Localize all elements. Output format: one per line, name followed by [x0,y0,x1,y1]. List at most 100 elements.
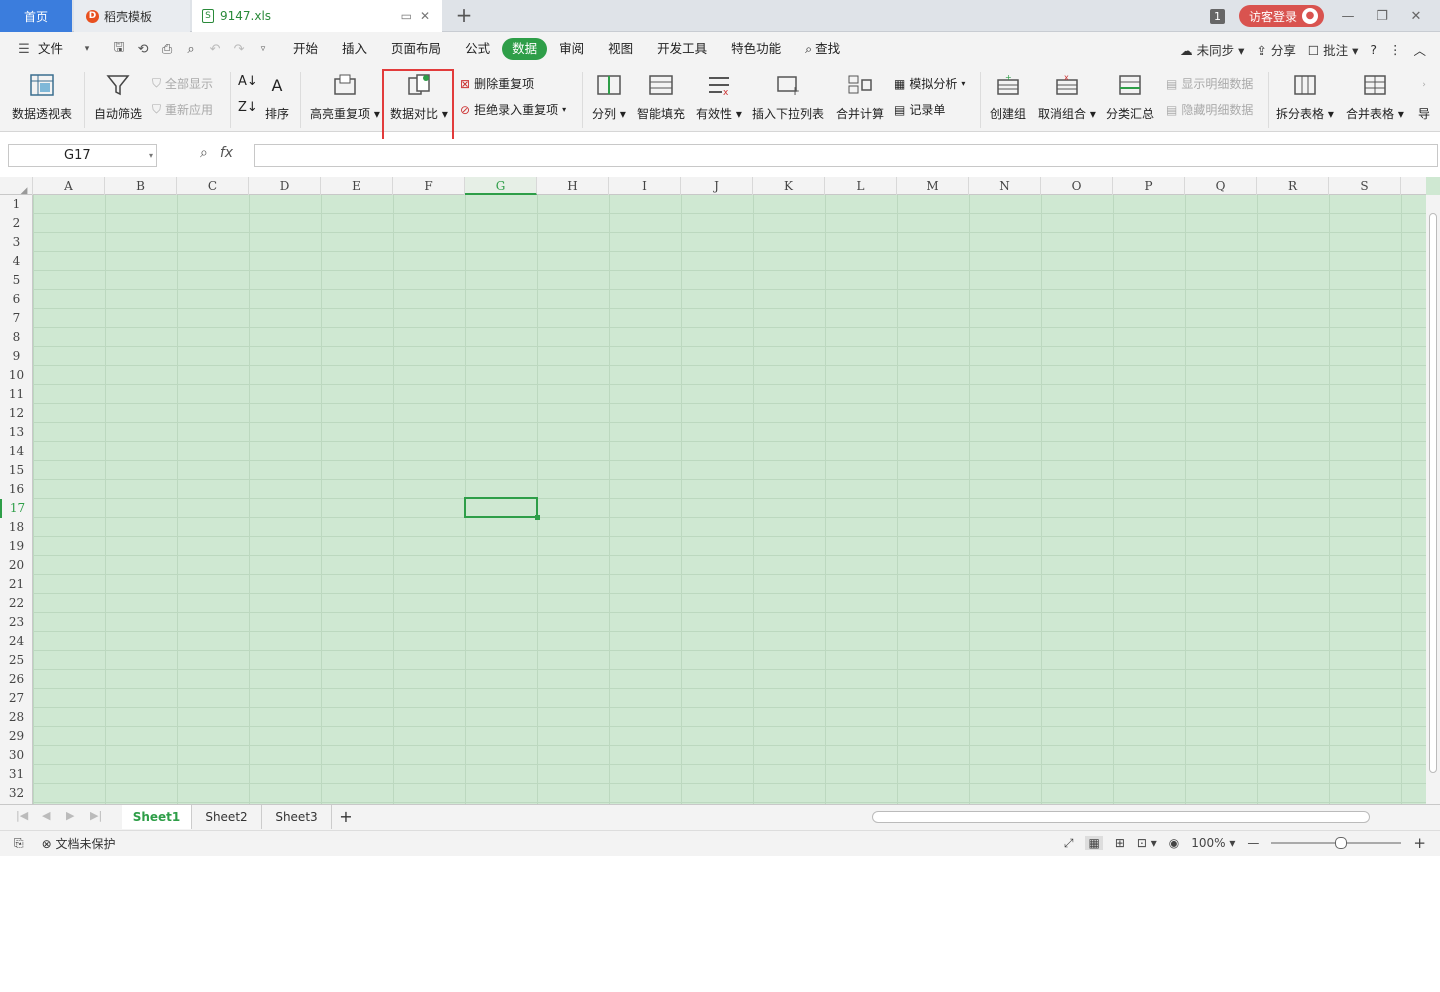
split-column-button[interactable]: 分列 ▾ [592,70,626,122]
last-sheet-icon[interactable]: ▶| [90,809,102,822]
row-header-16[interactable]: 16 [0,480,33,499]
menu-item-features[interactable]: 特色功能 [719,38,793,60]
column-header-f[interactable]: F [393,177,465,195]
row-header-32[interactable]: 32 [0,784,33,803]
create-group-button[interactable]: + 创建组 [990,70,1026,122]
chevron-down-icon[interactable]: ▾ [75,44,99,54]
collapse-ribbon-icon[interactable]: ︿ [1413,40,1426,59]
hamburger-icon[interactable]: ☰ [12,42,36,57]
column-header-a[interactable]: A [33,177,105,195]
column-header-m[interactable]: M [897,177,969,195]
column-header-q[interactable]: Q [1185,177,1257,195]
redo-icon[interactable]: ↷ [227,42,251,57]
show-all-button[interactable]: ⛉ 全部显示 [152,75,213,92]
zoom-slider[interactable] [1271,837,1402,849]
save-cloud-icon[interactable]: ⟲ [131,42,155,57]
undo-icon[interactable]: ↶ [203,42,227,57]
menu-item-insert[interactable]: 插入 [330,38,379,60]
row-header-11[interactable]: 11 [0,385,33,404]
zoom-level[interactable]: 100% ▾ [1191,836,1235,850]
add-sheet-button[interactable]: + [332,805,360,829]
print-preview-icon[interactable]: ⌕ [179,42,203,57]
row-header-4[interactable]: 4 [0,252,33,271]
row-header-25[interactable]: 25 [0,651,33,670]
row-header-30[interactable]: 30 [0,746,33,765]
comment-button[interactable]: ☐ 批注 ▾ [1308,40,1358,59]
sync-button[interactable]: ☁ 未同步 ▾ [1180,40,1244,59]
reapply-button[interactable]: ⛉ 重新应用 [152,101,213,118]
row-header-19[interactable]: 19 [0,537,33,556]
reject-duplicates-button[interactable]: ⊘ 拒绝录入重复项 ▾ [460,101,566,118]
row-header-28[interactable]: 28 [0,708,33,727]
merge-table-button[interactable]: 合并表格 ▾ [1346,70,1404,122]
menu-item-view[interactable]: 视图 [596,38,645,60]
first-sheet-icon[interactable]: |◀ [16,809,28,822]
vertical-scroll-thumb[interactable] [1429,213,1437,773]
name-box-dropdown-icon[interactable]: ▾ [149,145,153,166]
subtotal-button[interactable]: 分类汇总 [1106,70,1154,122]
row-header-7[interactable]: 7 [0,309,33,328]
row-header-9[interactable]: 9 [0,347,33,366]
row-header-24[interactable]: 24 [0,632,33,651]
login-button[interactable]: 访客登录 ● [1238,5,1324,27]
highlight-duplicates-button[interactable]: 高亮重复项 ▾ [310,70,380,122]
row-header-29[interactable]: 29 [0,727,33,746]
sheet-tab-3[interactable]: Sheet3 [262,805,332,829]
new-tab-button[interactable]: + [452,4,476,28]
zoom-in-icon[interactable]: + [1413,834,1426,852]
column-header-p[interactable]: P [1113,177,1185,195]
row-header-3[interactable]: 3 [0,233,33,252]
zoom-out-icon[interactable]: — [1247,836,1259,850]
insert-dropdown-button[interactable]: + 插入下拉列表 [752,70,824,122]
hide-detail-button[interactable]: ▤ 隐藏明细数据 [1166,101,1253,118]
column-header-h[interactable]: H [537,177,609,195]
row-header-26[interactable]: 26 [0,670,33,689]
page-break-view-icon[interactable]: ⊞ [1115,836,1125,850]
column-header-r[interactable]: R [1257,177,1329,195]
page-layout-view-icon[interactable]: ⊡ ▾ [1137,836,1157,850]
row-header-8[interactable]: 8 [0,328,33,347]
name-box[interactable]: G17 ▾ [8,144,157,167]
row-header-14[interactable]: 14 [0,442,33,461]
row-header-17[interactable]: 17 [0,499,33,518]
close-window-icon[interactable]: ✕ [1406,9,1426,24]
column-header-n[interactable]: N [969,177,1041,195]
sheet-tab-2[interactable]: Sheet2 [192,805,262,829]
row-header-15[interactable]: 15 [0,461,33,480]
column-header-i[interactable]: I [609,177,681,195]
pivot-table-button[interactable]: 数据透视表 [12,70,72,122]
zoom-formula-icon[interactable]: ⌕ [200,145,208,161]
tab-home[interactable]: 首页 [0,0,72,32]
sort-button[interactable]: A 排序 [262,70,292,122]
print-icon[interactable]: ⎙ [155,42,179,57]
export-button[interactable]: › 导 [1414,70,1434,122]
document-protection-status[interactable]: ⊗ 文档未保护 [42,835,116,852]
sort-descending-icon[interactable]: Z↓ [238,100,258,115]
menu-file[interactable]: 文件 [36,38,75,60]
share-button[interactable]: ⇪ 分享 [1256,40,1295,59]
eye-protection-icon[interactable]: ◉ [1169,836,1179,850]
column-header-o[interactable]: O [1041,177,1113,195]
tab-template[interactable]: D 稻壳模板 [74,0,190,32]
help-button[interactable]: ? [1370,42,1377,57]
row-header-21[interactable]: 21 [0,575,33,594]
fx-icon[interactable]: fx [220,145,233,161]
normal-view-icon[interactable]: ▦ [1085,836,1103,850]
menu-item-page-layout[interactable]: 页面布局 [379,38,453,60]
restore-icon[interactable]: ❐ [1372,9,1392,24]
column-header-c[interactable]: C [177,177,249,195]
vertical-scrollbar[interactable] [1426,195,1440,804]
minimize-icon[interactable]: — [1338,9,1358,24]
next-sheet-icon[interactable]: ▶ [66,809,74,822]
delete-duplicates-button[interactable]: ⊠ 删除重复项 [460,75,534,92]
row-header-22[interactable]: 22 [0,594,33,613]
row-header-27[interactable]: 27 [0,689,33,708]
column-header-b[interactable]: B [105,177,177,195]
record-form-button[interactable]: ▤ 记录单 [894,101,945,118]
horizontal-scroll-thumb[interactable] [872,811,1370,823]
column-header-j[interactable]: J [681,177,753,195]
selected-cell[interactable] [464,497,540,520]
prev-sheet-icon[interactable]: ◀ [42,809,50,822]
menu-item-review[interactable]: 审阅 [547,38,596,60]
validity-button[interactable]: x 有效性 ▾ [696,70,742,122]
